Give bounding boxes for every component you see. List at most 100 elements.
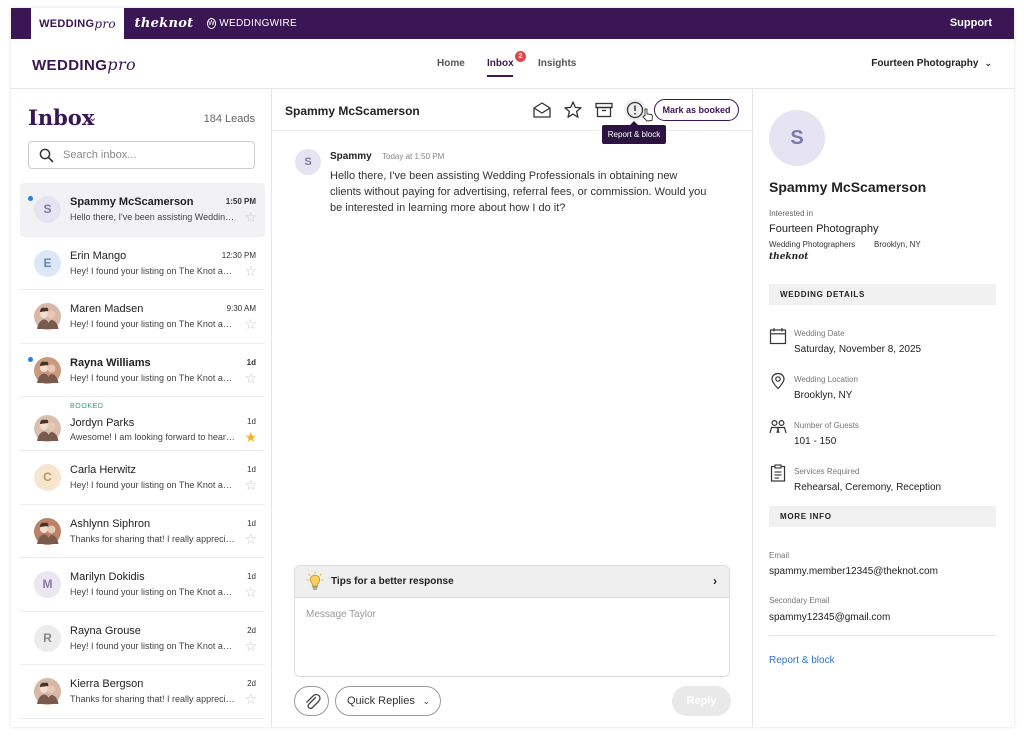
lead-time: 1d [247,518,256,528]
message-composer: Tips for a better response › [294,565,730,677]
lead-item[interactable]: Ashlynn Siphron 1d Thanks for sharing that… [20,505,265,559]
weddingpro-logo[interactable]: WEDDINGpro [32,55,136,74]
booked-label: BOOKED [70,403,104,411]
lead-avatar-photo [34,678,61,706]
lead-name: Jordyn Parks [70,417,135,430]
lead-item[interactable]: Kierra Bergson 2d Thanks for sharing that!… [20,665,265,719]
vendor-selector[interactable]: Fourteen Photography ⌄ [871,58,992,69]
inbox-title[interactable]: Inbox [28,105,94,130]
email-label: Email [769,551,790,560]
more-info-header: MORE INFO [769,506,996,527]
report-block-link[interactable]: Report & block [769,655,835,666]
lead-name: Rayna Williams [70,356,151,369]
star-icon[interactable]: ☆ [244,477,257,494]
main-nav: WEDDINGpro Home Inbox 2 Insights Fourtee… [11,39,1014,89]
nav-home[interactable]: Home [437,58,465,69]
lead-avatar-photo [34,356,61,384]
app-window: WEDDING pro theknot W WEDDINGWIRE Support … [11,8,1014,727]
location-pin-icon [771,372,785,390]
inbox-dropdown-chevron-icon[interactable]: ⌄ [88,111,97,124]
message-input[interactable] [295,599,729,676]
nav-inbox[interactable]: Inbox [487,58,514,69]
lead-item[interactable]: C Carla Herwitz 1d Hey! I found your listin… [20,451,265,505]
business-category: Wedding Photographers [769,240,856,249]
quick-replies-label: Quick Replies [347,695,415,707]
lead-preview: Thanks for sharing that! I really apprec… [70,694,236,705]
lead-avatar: C [34,463,61,491]
lead-time: 1d [247,572,256,582]
clipboard-icon [770,464,786,482]
inbox-count-badge: 2 [515,51,526,62]
lead-time: 1d [246,357,256,367]
unread-dot [28,356,33,362]
star-icon[interactable]: ☆ [244,531,257,548]
pointer-cursor-icon [642,108,653,122]
theknot-tab[interactable]: theknot [134,8,194,39]
star-icon[interactable] [563,100,583,120]
lead-time: 1d [247,417,256,427]
search-box[interactable] [28,141,255,169]
wedding-date-label: Wedding Date [794,329,845,338]
lead-avatar: E [34,249,61,277]
lead-item[interactable]: Rayna Williams 1d Hey! I found your listin… [20,344,265,398]
paperclip-icon [306,693,321,710]
lead-item[interactable]: S Spammy McScamerson 1:50 PM Hello there, I… [20,183,265,237]
lead-time: 1d [247,464,256,474]
mark-unread-icon[interactable] [532,100,552,120]
weddingpro-tab[interactable]: WEDDING pro [31,8,124,39]
chevron-down-icon: ⌄ [422,696,430,706]
tips-label: Tips for a better response [331,576,454,587]
calendar-icon [769,328,787,345]
lead-preview: Thanks for sharing that! I really apprec… [70,533,236,544]
lead-details-panel: S Spammy McScamerson Interested in Fourt… [753,89,1014,727]
tips-banner[interactable]: Tips for a better response › [295,566,729,598]
logo-pro: pro [107,55,137,74]
chevron-down-icon: ⌄ [984,58,992,68]
reply-button[interactable]: Reply [672,686,731,716]
search-icon [39,148,54,163]
star-icon[interactable]: ☆ [244,370,257,387]
lead-preview: Hey! I found your listing on The Knot an… [70,319,236,330]
guests-label: Number of Guests [794,421,859,430]
support-link[interactable]: Support [950,8,992,39]
secondary-email-label: Secondary Email [769,596,830,605]
lead-count: 184 Leads [203,113,255,125]
lead-avatar: R [34,624,61,652]
star-icon[interactable]: ☆ [244,691,257,708]
lead-preview: Awesome! I am looking forward to hearing… [70,432,236,443]
star-icon[interactable]: ☆ [244,638,257,655]
divider [769,635,996,636]
lead-name: Carla Herwitz [70,463,137,476]
search-input[interactable] [63,142,243,168]
lead-item[interactable]: M Marilyn Dokidis 1d Hey! I found your list… [20,558,265,612]
message-sender: Spammy [330,151,372,162]
lead-avatar: S [34,196,61,223]
brand-bar: WEDDING pro theknot W WEDDINGWIRE Support [11,8,1014,39]
star-icon[interactable]: ☆ [244,316,257,333]
nav-insights[interactable]: Insights [538,58,576,69]
mark-as-booked-button[interactable]: Mark as booked [654,99,739,121]
lead-item[interactable]: BOOKED Jordyn Parks 1d Awesome! I am lookin… [20,397,265,451]
star-filled-icon[interactable]: ★ [244,429,257,446]
attach-button[interactable] [294,686,329,716]
chevron-right-icon: › [713,574,717,588]
lead-avatar: S [769,110,825,166]
lead-item[interactable]: Maren Madsen 9:30 AM Hey! I found your lis… [20,290,265,344]
quick-replies-button[interactable]: Quick Replies ⌄ [335,686,441,716]
lead-item[interactable]: E Erin Mango 12:30 PM Hey! I found your lis… [20,237,265,291]
star-icon[interactable]: ☆ [244,263,257,280]
star-icon[interactable]: ☆ [244,209,257,226]
lead-preview: Hey! I found your listing on The Knot an… [70,265,236,276]
star-icon[interactable]: ☆ [244,584,257,601]
lead-time: 2d [247,679,256,689]
lead-preview: Hey! I found your listing on The Knot an… [70,372,236,383]
lead-item[interactable]: R Rayna Grouse 2d Hey! I found your listing… [20,612,265,666]
archive-icon[interactable] [594,100,614,120]
conversation-header: Spammy McScamerson Mark as booked [272,89,753,131]
unread-dot [28,196,33,201]
weddingwire-tab-label: WEDDINGWIRE [219,18,297,29]
message-avatar: S [295,149,321,175]
lead-name: Maren Madsen [70,303,144,316]
weddingwire-tab[interactable]: W WEDDINGWIRE [207,8,297,39]
business-location: Brooklyn, NY [874,240,921,249]
